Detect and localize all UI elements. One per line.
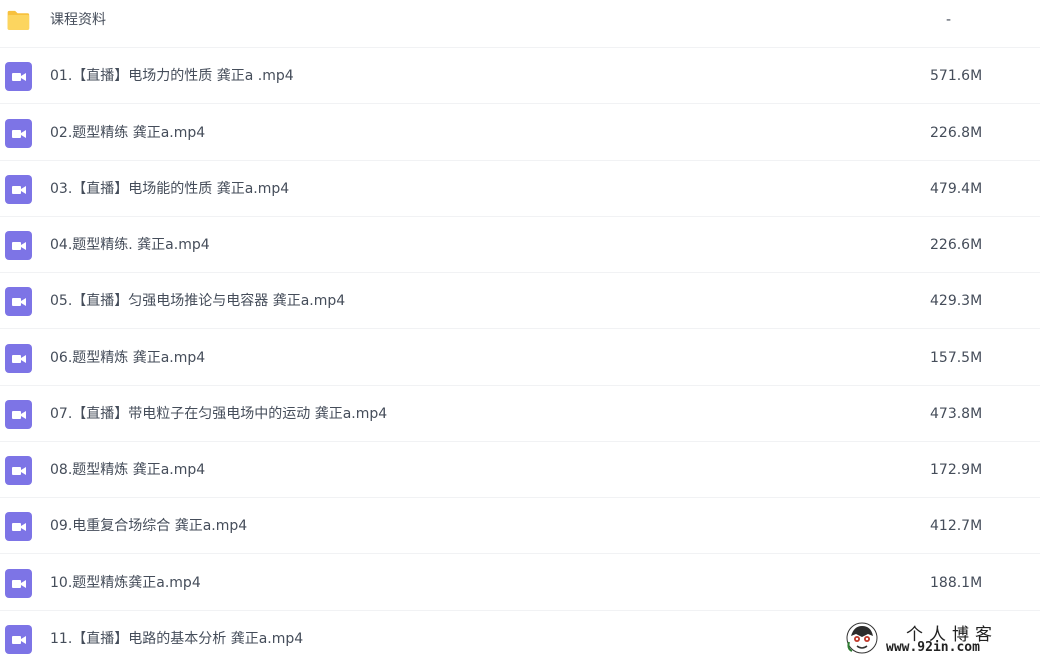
file-name[interactable]: 05.【直播】匀强电场推论与电容器 龚正a.mp4 bbox=[50, 273, 345, 329]
file-row[interactable]: 10.题型精炼龚正a.mp4 188.1M bbox=[0, 555, 1040, 611]
video-file-icon bbox=[5, 231, 32, 260]
file-row[interactable]: 08.题型精炼 龚正a.mp4 172.9M bbox=[0, 442, 1040, 498]
video-file-icon bbox=[5, 400, 32, 429]
file-row[interactable]: 02.题型精练 龚正a.mp4 226.8M bbox=[0, 105, 1040, 161]
file-row[interactable]: 06.题型精炼 龚正a.mp4 157.5M bbox=[0, 330, 1040, 386]
file-row[interactable]: 04.题型精练. 龚正a.mp4 226.6M bbox=[0, 217, 1040, 273]
video-file-icon bbox=[5, 62, 32, 91]
file-row[interactable]: 09.电重复合场综合 龚正a.mp4 412.7M bbox=[0, 498, 1040, 554]
file-row[interactable]: 07.【直播】带电粒子在匀强电场中的运动 龚正a.mp4 473.8M bbox=[0, 386, 1040, 442]
folder-row[interactable]: 课程资料 - bbox=[0, 0, 1040, 48]
file-size: 172.9M bbox=[930, 462, 983, 478]
watermark: 个人博客 www.92in.com bbox=[846, 618, 1036, 658]
video-file-icon bbox=[5, 344, 32, 373]
file-name[interactable]: 09.电重复合场综合 龚正a.mp4 bbox=[50, 498, 247, 554]
file-name[interactable]: 02.题型精练 龚正a.mp4 bbox=[50, 105, 205, 161]
video-file-icon bbox=[5, 569, 32, 598]
video-file-icon bbox=[5, 625, 32, 654]
file-name[interactable]: 08.题型精炼 龚正a.mp4 bbox=[50, 442, 205, 498]
file-name[interactable]: 03.【直播】电场能的性质 龚正a.mp4 bbox=[50, 161, 289, 217]
file-name[interactable]: 04.题型精练. 龚正a.mp4 bbox=[50, 217, 210, 273]
file-list: 课程资料 - 01.【直播】电场力的性质 龚正a .mp4 571.6M 02.… bbox=[0, 0, 1040, 661]
file-size: 473.8M bbox=[930, 406, 983, 422]
file-size: 479.4M bbox=[930, 181, 983, 197]
file-row[interactable]: 01.【直播】电场力的性质 龚正a .mp4 571.6M bbox=[0, 48, 1040, 104]
folder-icon bbox=[7, 10, 30, 30]
video-file-icon bbox=[5, 512, 32, 541]
file-row[interactable]: 03.【直播】电场能的性质 龚正a.mp4 479.4M bbox=[0, 161, 1040, 217]
file-size: 429.3M bbox=[930, 293, 983, 309]
video-file-icon bbox=[5, 456, 32, 485]
video-file-icon bbox=[5, 287, 32, 316]
file-size: 412.7M bbox=[930, 518, 983, 534]
file-size: 226.6M bbox=[930, 237, 983, 253]
file-size: 571.6M bbox=[930, 68, 983, 84]
file-name[interactable]: 11.【直播】电路的基本分析 龚正a.mp4 bbox=[50, 611, 303, 661]
folder-name[interactable]: 课程资料 bbox=[50, 0, 106, 48]
file-size: 157.5M bbox=[930, 350, 983, 366]
file-name[interactable]: 07.【直播】带电粒子在匀强电场中的运动 龚正a.mp4 bbox=[50, 386, 387, 442]
video-file-icon bbox=[5, 119, 32, 148]
folder-size: - bbox=[946, 12, 952, 28]
file-name[interactable]: 01.【直播】电场力的性质 龚正a .mp4 bbox=[50, 48, 294, 104]
watermark-logo-icon bbox=[846, 622, 878, 654]
file-row[interactable]: 05.【直播】匀强电场推论与电容器 龚正a.mp4 429.3M bbox=[0, 273, 1040, 329]
file-name[interactable]: 06.题型精炼 龚正a.mp4 bbox=[50, 330, 205, 386]
video-file-icon bbox=[5, 175, 32, 204]
file-size: 226.8M bbox=[930, 125, 983, 141]
file-name[interactable]: 10.题型精炼龚正a.mp4 bbox=[50, 555, 201, 611]
file-size: 188.1M bbox=[930, 575, 983, 591]
watermark-url: www.92in.com bbox=[886, 640, 980, 655]
